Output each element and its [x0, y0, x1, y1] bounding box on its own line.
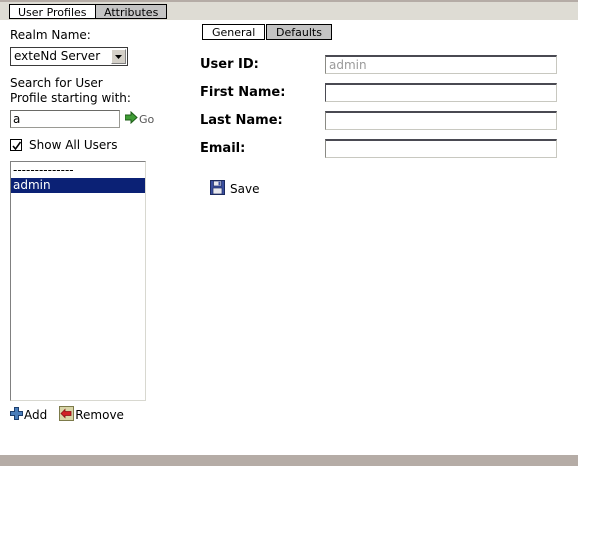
form-row-user-id: User ID: [200, 50, 570, 78]
checkmark-icon [12, 141, 22, 151]
search-label-line2: Profile starting with: [10, 91, 131, 105]
add-button[interactable]: Add [10, 407, 47, 423]
email-field[interactable] [325, 138, 557, 158]
search-label-line1: Search for User [10, 76, 103, 90]
show-all-users-checkbox[interactable] [10, 139, 22, 151]
blue-plus-icon [10, 407, 23, 423]
search-row: Go [10, 110, 170, 128]
tab-general[interactable]: General [202, 24, 266, 40]
search-instructions: Search for User Profile starting with: [10, 76, 170, 106]
show-all-users-label: Show All Users [29, 138, 118, 152]
add-remove-row: Add Remove [10, 406, 170, 424]
show-all-users-checkbox-row[interactable]: Show All Users [10, 138, 170, 152]
green-right-arrow-icon [124, 110, 138, 127]
list-item[interactable]: -------------- [11, 163, 145, 178]
search-input[interactable] [10, 110, 120, 128]
chevron-down-icon[interactable] [111, 49, 126, 64]
tab-user-profiles-label: User Profiles [18, 6, 87, 19]
user-id-label: User ID: [200, 56, 259, 72]
list-item[interactable]: admin [11, 178, 145, 193]
red-left-arrow-icon [59, 406, 75, 424]
user-list[interactable]: -------------- admin [10, 161, 146, 401]
tab-general-label: General [212, 26, 256, 39]
application-tabstrip: User Profiles Attributes [0, 2, 578, 22]
first-name-field[interactable] [325, 82, 557, 102]
user-detail-form: User ID: First Name: Last Name: Email: [200, 50, 570, 162]
save-button-label: Save [230, 182, 260, 196]
tab-user-profiles[interactable]: User Profiles [9, 4, 96, 19]
floppy-disk-save-icon [210, 180, 225, 198]
last-name-label: Last Name: [200, 112, 283, 128]
form-row-email: Email: [200, 134, 570, 162]
user-detail-right-panel: General Defaults User ID: First Name: La… [200, 24, 570, 198]
form-row-last-name: Last Name: [200, 106, 570, 134]
tab-attributes[interactable]: Attributes [95, 4, 168, 19]
realm-name-select[interactable]: exteNd Server [10, 47, 128, 66]
realm-name-select-value: exteNd Server [14, 49, 101, 63]
user-profiles-left-panel: Realm Name: exteNd Server Search for Use… [10, 28, 170, 424]
form-row-first-name: First Name: [200, 78, 570, 106]
save-button[interactable]: Save [210, 180, 570, 198]
last-name-field[interactable] [325, 110, 557, 130]
first-name-label: First Name: [200, 84, 286, 100]
tab-defaults-label: Defaults [276, 26, 322, 39]
remove-button-label: Remove [75, 408, 124, 422]
user-id-field [325, 54, 557, 74]
bottom-band [0, 455, 578, 466]
go-button-label: Go [139, 112, 155, 126]
tab-defaults[interactable]: Defaults [266, 24, 332, 40]
email-label: Email: [200, 140, 246, 156]
go-button[interactable]: Go [124, 110, 155, 127]
tab-attributes-label: Attributes [104, 6, 159, 19]
realm-name-label: Realm Name: [10, 28, 91, 42]
detail-tabstrip: General Defaults [200, 24, 570, 42]
add-button-label: Add [24, 408, 48, 422]
remove-button[interactable]: Remove [59, 406, 124, 424]
